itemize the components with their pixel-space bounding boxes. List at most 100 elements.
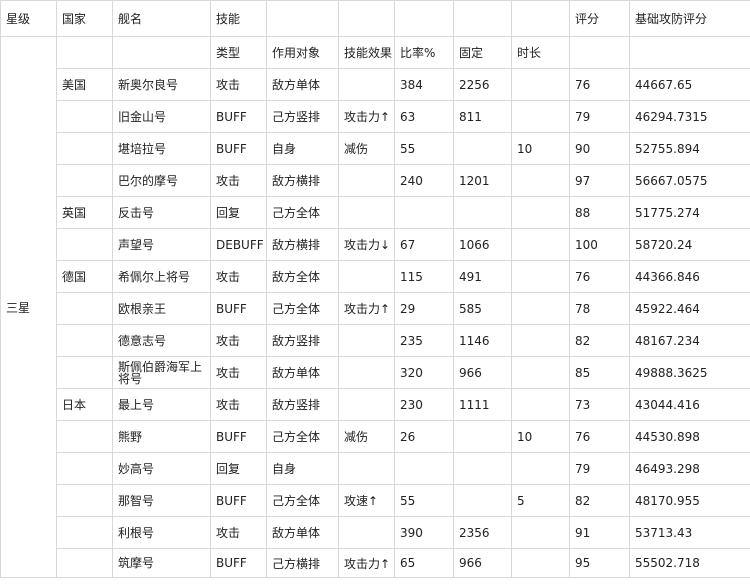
skill-fixed-cell: 966 [453, 548, 512, 578]
skill-type-cell: BUFF [210, 100, 267, 133]
skill-type-cell: BUFF [210, 548, 267, 578]
subheader-effect: 技能效果 [338, 36, 395, 69]
skill-effect-cell: 减伤 [338, 420, 395, 453]
country-cell: 日本 [56, 388, 113, 421]
rating-cell: 82 [569, 484, 630, 517]
skill-ratio-cell: 63 [394, 100, 454, 133]
table-row: 德国 希佩尔上将号 攻击 敌方全体 115 491 76 44366.846 [1, 260, 750, 293]
country-cell [56, 516, 113, 549]
skill-ratio-cell: 320 [394, 356, 454, 389]
star-level-cell: 三星 [0, 36, 57, 578]
skill-type-cell: 回复 [210, 196, 267, 229]
skill-duration-cell: 10 [511, 132, 570, 165]
ship-name-cell: 利根号 [112, 516, 211, 549]
skill-type-cell: 攻击 [210, 260, 267, 293]
header-empty [511, 0, 570, 37]
skill-ratio-cell [394, 196, 454, 229]
skill-fixed-cell: 811 [453, 100, 512, 133]
base-score-cell: 53713.43 [629, 516, 750, 549]
skill-type-cell: BUFF [210, 420, 267, 453]
skill-ratio-cell: 55 [394, 132, 454, 165]
country-cell [56, 548, 113, 578]
skill-type-cell: BUFF [210, 132, 267, 165]
subheader-empty [112, 36, 211, 69]
base-score-cell: 43044.416 [629, 388, 750, 421]
skill-target-cell: 己方全体 [266, 420, 339, 453]
skill-type-cell: 攻击 [210, 164, 267, 197]
skill-fixed-cell: 491 [453, 260, 512, 293]
table-row: 美国 新奥尔良号 攻击 敌方单体 384 2256 76 44667.65 [1, 68, 750, 101]
base-score-cell: 46493.298 [629, 452, 750, 485]
skill-type-cell: DEBUFF [210, 228, 267, 261]
skill-duration-cell [511, 388, 570, 421]
table-row: 熊野 BUFF 己方全体 减伤 26 10 76 44530.898 [1, 420, 750, 453]
table-row: 堪培拉号 BUFF 自身 减伤 55 10 90 52755.894 [1, 132, 750, 165]
skill-effect-cell: 减伤 [338, 132, 395, 165]
skill-duration-cell [511, 196, 570, 229]
skill-fixed-cell [453, 420, 512, 453]
rating-cell: 97 [569, 164, 630, 197]
ship-name-cell: 熊野 [112, 420, 211, 453]
ship-name-cell: 希佩尔上将号 [112, 260, 211, 293]
skill-effect-cell [338, 388, 395, 421]
skill-effect-cell [338, 356, 395, 389]
country-cell [56, 132, 113, 165]
skill-effect-cell: 攻击力↑ [338, 292, 395, 325]
country-cell [56, 292, 113, 325]
subheader-type: 类型 [210, 36, 267, 69]
skill-target-cell: 己方横排 [266, 548, 339, 578]
base-score-cell: 58720.24 [629, 228, 750, 261]
skill-target-cell: 敌方全体 [266, 260, 339, 293]
subheader-ratio: 比率% [394, 36, 454, 69]
country-cell: 美国 [56, 68, 113, 101]
table-row: 巴尔的摩号 攻击 敌方横排 240 1201 97 56667.0575 [1, 164, 750, 197]
skill-duration-cell [511, 516, 570, 549]
table-row: 斯佩伯爵海军上将号 攻击 敌方单体 320 966 85 49888.3625 [1, 356, 750, 389]
skill-fixed-cell [453, 132, 512, 165]
rating-cell: 91 [569, 516, 630, 549]
skill-target-cell: 敌方单体 [266, 68, 339, 101]
skill-target-cell: 自身 [266, 132, 339, 165]
ship-name-cell: 旧金山号 [112, 100, 211, 133]
base-score-cell: 44530.898 [629, 420, 750, 453]
base-score-cell: 51775.274 [629, 196, 750, 229]
skill-type-cell: 攻击 [210, 516, 267, 549]
skill-ratio-cell: 235 [394, 324, 454, 357]
skill-ratio-cell [394, 452, 454, 485]
ship-name-cell: 那智号 [112, 484, 211, 517]
country-cell [56, 484, 113, 517]
rating-cell: 76 [569, 68, 630, 101]
ship-name-cell: 声望号 [112, 228, 211, 261]
skill-ratio-cell: 230 [394, 388, 454, 421]
skill-duration-cell [511, 452, 570, 485]
skill-duration-cell [511, 228, 570, 261]
skill-fixed-cell: 1146 [453, 324, 512, 357]
skill-target-cell: 敌方单体 [266, 356, 339, 389]
skill-fixed-cell [453, 484, 512, 517]
country-cell [56, 228, 113, 261]
subheader-row: 三星 类型 作用对象 技能效果 比率% 固定 时长 [0, 36, 750, 578]
base-score-cell: 52755.894 [629, 132, 750, 165]
subheader-fixed: 固定 [453, 36, 512, 69]
table-row: 声望号 DEBUFF 敌方横排 攻击力↓ 67 1066 100 58720.24 [1, 228, 750, 261]
skill-duration-cell [511, 548, 570, 578]
rating-cell: 79 [569, 452, 630, 485]
table-row: 利根号 攻击 敌方单体 390 2356 91 53713.43 [1, 516, 750, 549]
rating-cell: 82 [569, 324, 630, 357]
skill-type-cell: 攻击 [210, 68, 267, 101]
skill-ratio-cell: 390 [394, 516, 454, 549]
skill-fixed-cell: 1111 [453, 388, 512, 421]
skill-fixed-cell [453, 196, 512, 229]
skill-effect-cell [338, 260, 395, 293]
skill-target-cell: 敌方单体 [266, 516, 339, 549]
subheader-duration: 时长 [511, 36, 570, 69]
skill-duration-cell [511, 324, 570, 357]
subheader-empty [56, 36, 113, 69]
ship-name-cell: 反击号 [112, 196, 211, 229]
skill-effect-cell: 攻击力↑ [338, 548, 395, 578]
skill-duration-cell [511, 356, 570, 389]
skill-type-cell: 攻击 [210, 356, 267, 389]
rating-cell: 90 [569, 132, 630, 165]
base-score-cell: 46294.7315 [629, 100, 750, 133]
header-country: 国家 [56, 0, 113, 37]
